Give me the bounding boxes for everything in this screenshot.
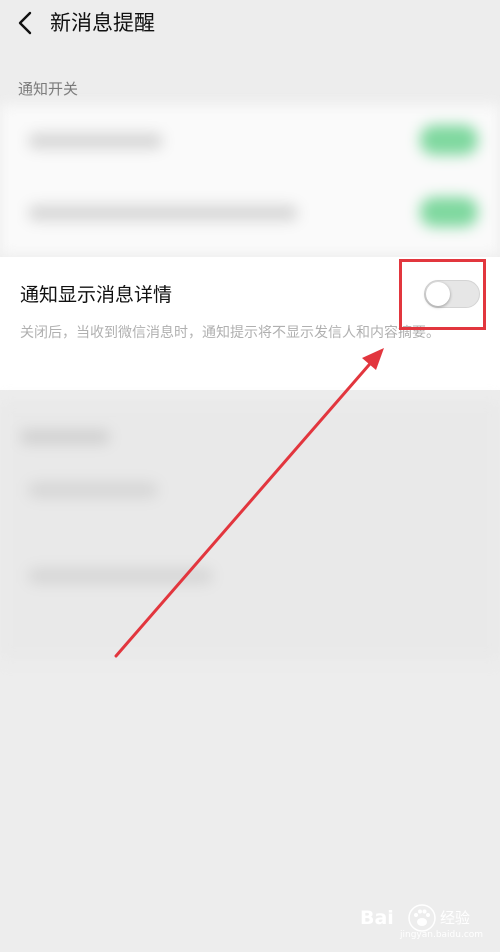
section-label: 通知开关 [18,80,79,98]
annotation-highlight-box [399,259,486,330]
blurred-setting-label [28,205,298,221]
page-title: 新消息提醒 [50,11,155,35]
baidu-jingyan-watermark: Bai 经验 jingyan.baidu.com [360,902,490,944]
blurred-section-label [20,430,110,444]
top-bar: 新消息提醒 [0,0,500,50]
blurred-settings-group-lower [0,400,500,660]
blurred-setting-label [28,482,158,498]
watermark-brand-right: 经验 [440,909,471,927]
blurred-switch-on [420,197,478,227]
watermark-url: jingyan.baidu.com [400,930,484,940]
setting-title: 通知显示消息详情 [20,284,173,306]
watermark-brand-left: Bai [360,907,394,929]
paw-icon [408,904,436,932]
blurred-setting-label [28,133,163,149]
blurred-settings-group [0,105,500,255]
chevron-left-icon[interactable] [14,10,38,36]
blurred-switch-on [420,125,478,155]
blurred-setting-label [28,568,213,584]
